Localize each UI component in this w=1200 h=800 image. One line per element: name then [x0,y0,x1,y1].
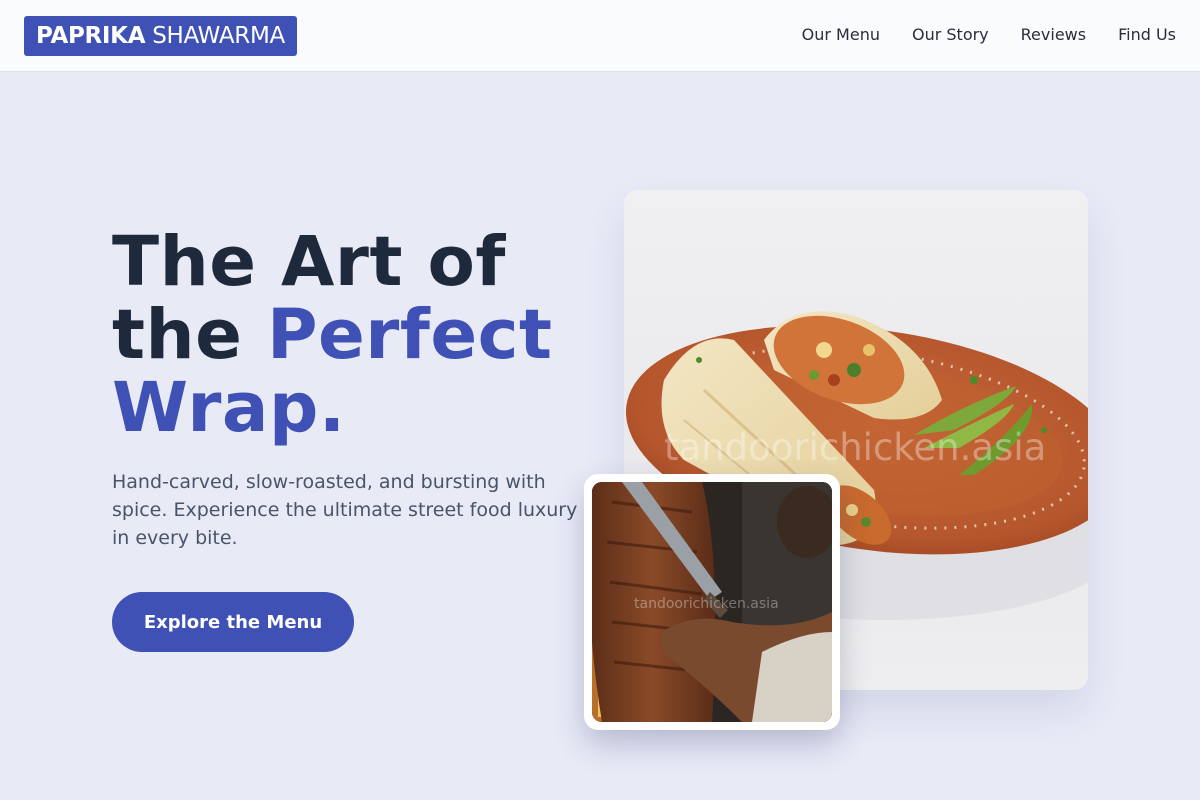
main-photo-watermark: tandoorichicken.asia [664,426,1047,469]
main-nav: Our Menu Our Story Reviews Find Us [802,24,1176,46]
site-header: PAPRIKA SHAWARMA Our Menu Our Story Revi… [0,0,1200,72]
brand-name-light: SHAWARMA [152,23,285,49]
small-photo-watermark: tandoorichicken.asia [634,596,779,612]
brand-name-bold: PAPRIKA [36,23,146,49]
nav-link-our-story[interactable]: Our Story [912,24,989,46]
nav-link-find-us[interactable]: Find Us [1118,24,1176,46]
explore-menu-button[interactable]: Explore the Menu [112,592,354,652]
hero-headline: The Art of the Perfect Wrap. [112,226,632,445]
nav-link-reviews[interactable]: Reviews [1021,24,1086,46]
carving-photo-card: tandoorichicken.asia [584,474,840,730]
nav-link-our-menu[interactable]: Our Menu [802,24,880,46]
hero-subtitle: Hand-carved, slow-roasted, and bursting … [112,471,578,549]
carving-photo: tandoorichicken.asia [592,482,832,722]
brand-logo[interactable]: PAPRIKA SHAWARMA [24,16,297,56]
